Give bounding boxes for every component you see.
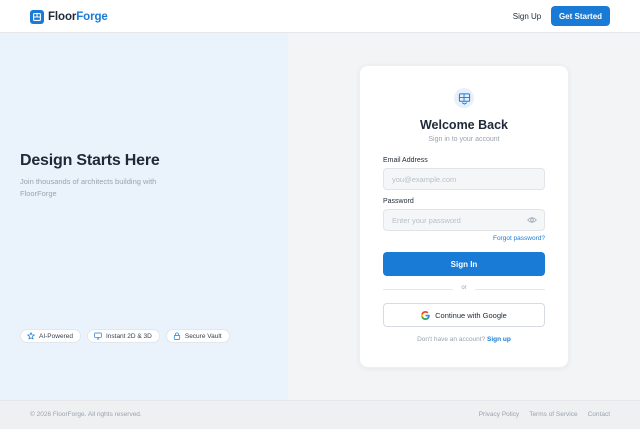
brand-name-accent: Forge bbox=[76, 10, 108, 23]
login-title: Welcome Back bbox=[419, 118, 508, 132]
feature-pill-label: Instant 2D & 3D bbox=[105, 332, 152, 340]
hero-title: Design Starts Here bbox=[20, 152, 160, 169]
feature-pill-label: Secure Vault bbox=[184, 332, 222, 340]
forgot-password-link[interactable]: Forgot password? bbox=[383, 235, 545, 242]
brand-name: FloorForge bbox=[48, 11, 108, 23]
login-subtitle: Sign in to your account bbox=[428, 136, 500, 143]
password-label: Password bbox=[383, 198, 414, 205]
floorplan-icon bbox=[454, 88, 474, 108]
contact-link[interactable]: Contact bbox=[588, 411, 610, 418]
show-password-eye-icon[interactable] bbox=[527, 215, 537, 225]
feature-pill-vault: Secure Vault bbox=[165, 329, 230, 343]
divider-or-text: or bbox=[455, 285, 473, 291]
get-started-button[interactable]: Get Started bbox=[551, 6, 610, 26]
google-signin-button[interactable]: Continue with Google bbox=[383, 303, 545, 327]
star-icon bbox=[27, 332, 35, 340]
lock-icon bbox=[173, 332, 180, 340]
privacy-policy-link[interactable]: Privacy Policy bbox=[479, 411, 519, 418]
top-navbar: FloorForge Sign Up Get Started bbox=[0, 0, 640, 33]
hero-subtitle: Join thousands of architects building wi… bbox=[20, 177, 157, 198]
signup-nav-button[interactable]: Sign Up bbox=[509, 6, 545, 26]
monitor-icon bbox=[94, 332, 102, 340]
divider-left bbox=[383, 289, 453, 290]
email-field[interactable] bbox=[383, 168, 545, 190]
sign-up-link[interactable]: Sign up bbox=[487, 336, 511, 343]
google-button-label: Continue with Google bbox=[435, 310, 507, 320]
sign-in-button[interactable]: Sign In bbox=[383, 252, 545, 276]
feature-pill-label: AI-Powered bbox=[39, 332, 73, 340]
feature-pill-2d3d: Instant 2D & 3D bbox=[86, 329, 160, 343]
password-field[interactable] bbox=[383, 209, 545, 231]
hero-panel bbox=[0, 33, 288, 400]
brand-logo[interactable]: FloorForge bbox=[30, 9, 108, 24]
email-label: Email Address bbox=[383, 157, 428, 164]
feature-pill-ai: AI-Powered bbox=[20, 329, 81, 343]
logo-icon bbox=[30, 9, 44, 24]
divider-right bbox=[475, 289, 545, 290]
footer-links: Privacy Policy Terms of Service Contact bbox=[479, 411, 610, 418]
copyright-text: © 2026 FloorForge. All rights reserved. bbox=[30, 411, 142, 418]
footer: © 2026 FloorForge. All rights reserved. … bbox=[0, 400, 640, 429]
feature-pills: AI-Powered Instant 2D & 3D Secure Vault bbox=[20, 329, 230, 343]
no-account-prompt: Don't have an account? Sign up bbox=[359, 336, 569, 343]
no-account-text: Don't have an account? bbox=[417, 336, 486, 343]
terms-of-service-link[interactable]: Terms of Service bbox=[529, 411, 577, 418]
google-icon bbox=[421, 310, 430, 320]
brand-name-prefix: Floor bbox=[48, 10, 77, 23]
